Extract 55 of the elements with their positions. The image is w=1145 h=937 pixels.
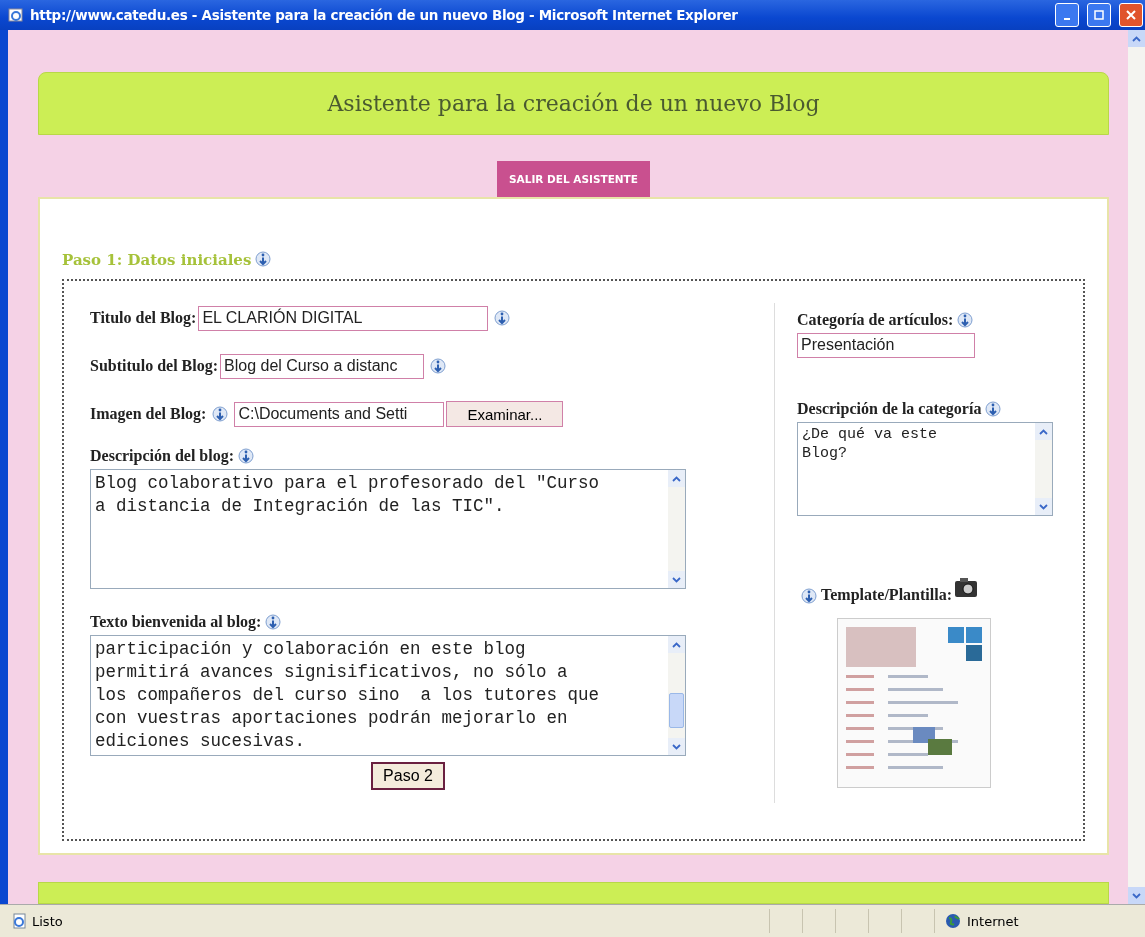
field-label: Descripción del blog: — [90, 447, 234, 466]
scroll-down-icon[interactable] — [672, 743, 681, 750]
field-label: Template/Plantilla: — [821, 586, 952, 605]
template-preview-drawing[interactable] — [837, 618, 991, 789]
text-area[interactable]: participación y colaboración en este blog permitirá avances signisificativos, no sólo a los compañeros del curso sino a los tutores que con vuestras aportaciones podrán mejorarlo en ediciones sucesivas. — [90, 635, 686, 757]
input-field[interactable]: EL CLARIÓN DIGITAL — [198, 305, 489, 331]
scroll-up-icon[interactable] — [672, 475, 681, 482]
next-step-button[interactable]: Paso 2 — [371, 762, 445, 791]
input-field[interactable]: Presentación — [797, 333, 975, 359]
camera-icon[interactable] — [953, 576, 978, 599]
page-icon — [12, 913, 28, 929]
scroll-up-icon[interactable] — [1132, 35, 1141, 42]
step-title: Paso 1: Datos iniciales — [62, 251, 252, 270]
security-zone: Internet — [967, 913, 1019, 929]
scrollbar[interactable] — [1035, 423, 1052, 516]
field-label: Descripción de la categoría — [797, 400, 982, 419]
maximize-icon — [1094, 10, 1104, 20]
field-label: Categoría de artículos: — [797, 311, 954, 330]
close-button[interactable] — [1119, 3, 1143, 27]
field-label: Texto bienvenida al blog: — [90, 613, 262, 632]
minimize-icon — [1064, 18, 1070, 20]
info-icon[interactable] — [957, 312, 974, 329]
scroll-up-icon[interactable] — [1039, 428, 1048, 435]
scroll-down-icon[interactable] — [672, 576, 681, 583]
file-path-field[interactable]: C:\Documents and Setti — [234, 401, 445, 427]
info-icon[interactable] — [430, 358, 447, 375]
scroll-up-icon[interactable] — [672, 641, 681, 648]
browse-button[interactable]: Examinar... — [446, 401, 564, 428]
window-title: http://www.catedu.es - Asistente para la creación de un nuevo Blog - Microsoft Internet Explorer — [30, 7, 739, 23]
scroll-down-icon[interactable] — [1039, 503, 1048, 510]
text-area[interactable]: ¿De qué va este Blog? — [797, 422, 1053, 517]
page-title: Asistente para la creación de un nuevo Blog — [327, 91, 820, 117]
info-icon[interactable] — [212, 406, 229, 423]
input-field[interactable]: Blog del Curso a distanc — [220, 353, 425, 379]
info-icon[interactable] — [238, 448, 254, 465]
info-icon[interactable] — [494, 310, 511, 327]
exit-wizard-button[interactable]: SALIR DEL ASISTENTE — [497, 161, 650, 198]
browser-page-icon — [8, 7, 24, 23]
text-area[interactable]: Blog colaborativo para el profesorado del "Curso a distancia de Integración de las TIC". — [90, 469, 686, 590]
field-label: Titulo del Blog: — [90, 309, 197, 328]
scrollbar[interactable] — [668, 636, 685, 756]
status-text: Listo — [32, 913, 63, 929]
field-label: Imagen del Blog: — [90, 405, 207, 424]
globe-icon — [945, 913, 961, 929]
page-scrollbar[interactable] — [1128, 30, 1145, 904]
scroll-down-icon[interactable] — [1132, 892, 1141, 899]
info-icon[interactable] — [985, 401, 1002, 418]
maximize-button[interactable] — [1087, 3, 1111, 27]
info-icon[interactable] — [801, 588, 817, 605]
field-label: Subtitulo del Blog: — [90, 357, 219, 376]
minimize-button[interactable] — [1055, 3, 1079, 27]
close-icon — [1126, 10, 1136, 20]
info-icon[interactable] — [265, 614, 282, 631]
info-icon[interactable] — [255, 251, 272, 268]
scrollbar[interactable] — [668, 470, 685, 589]
